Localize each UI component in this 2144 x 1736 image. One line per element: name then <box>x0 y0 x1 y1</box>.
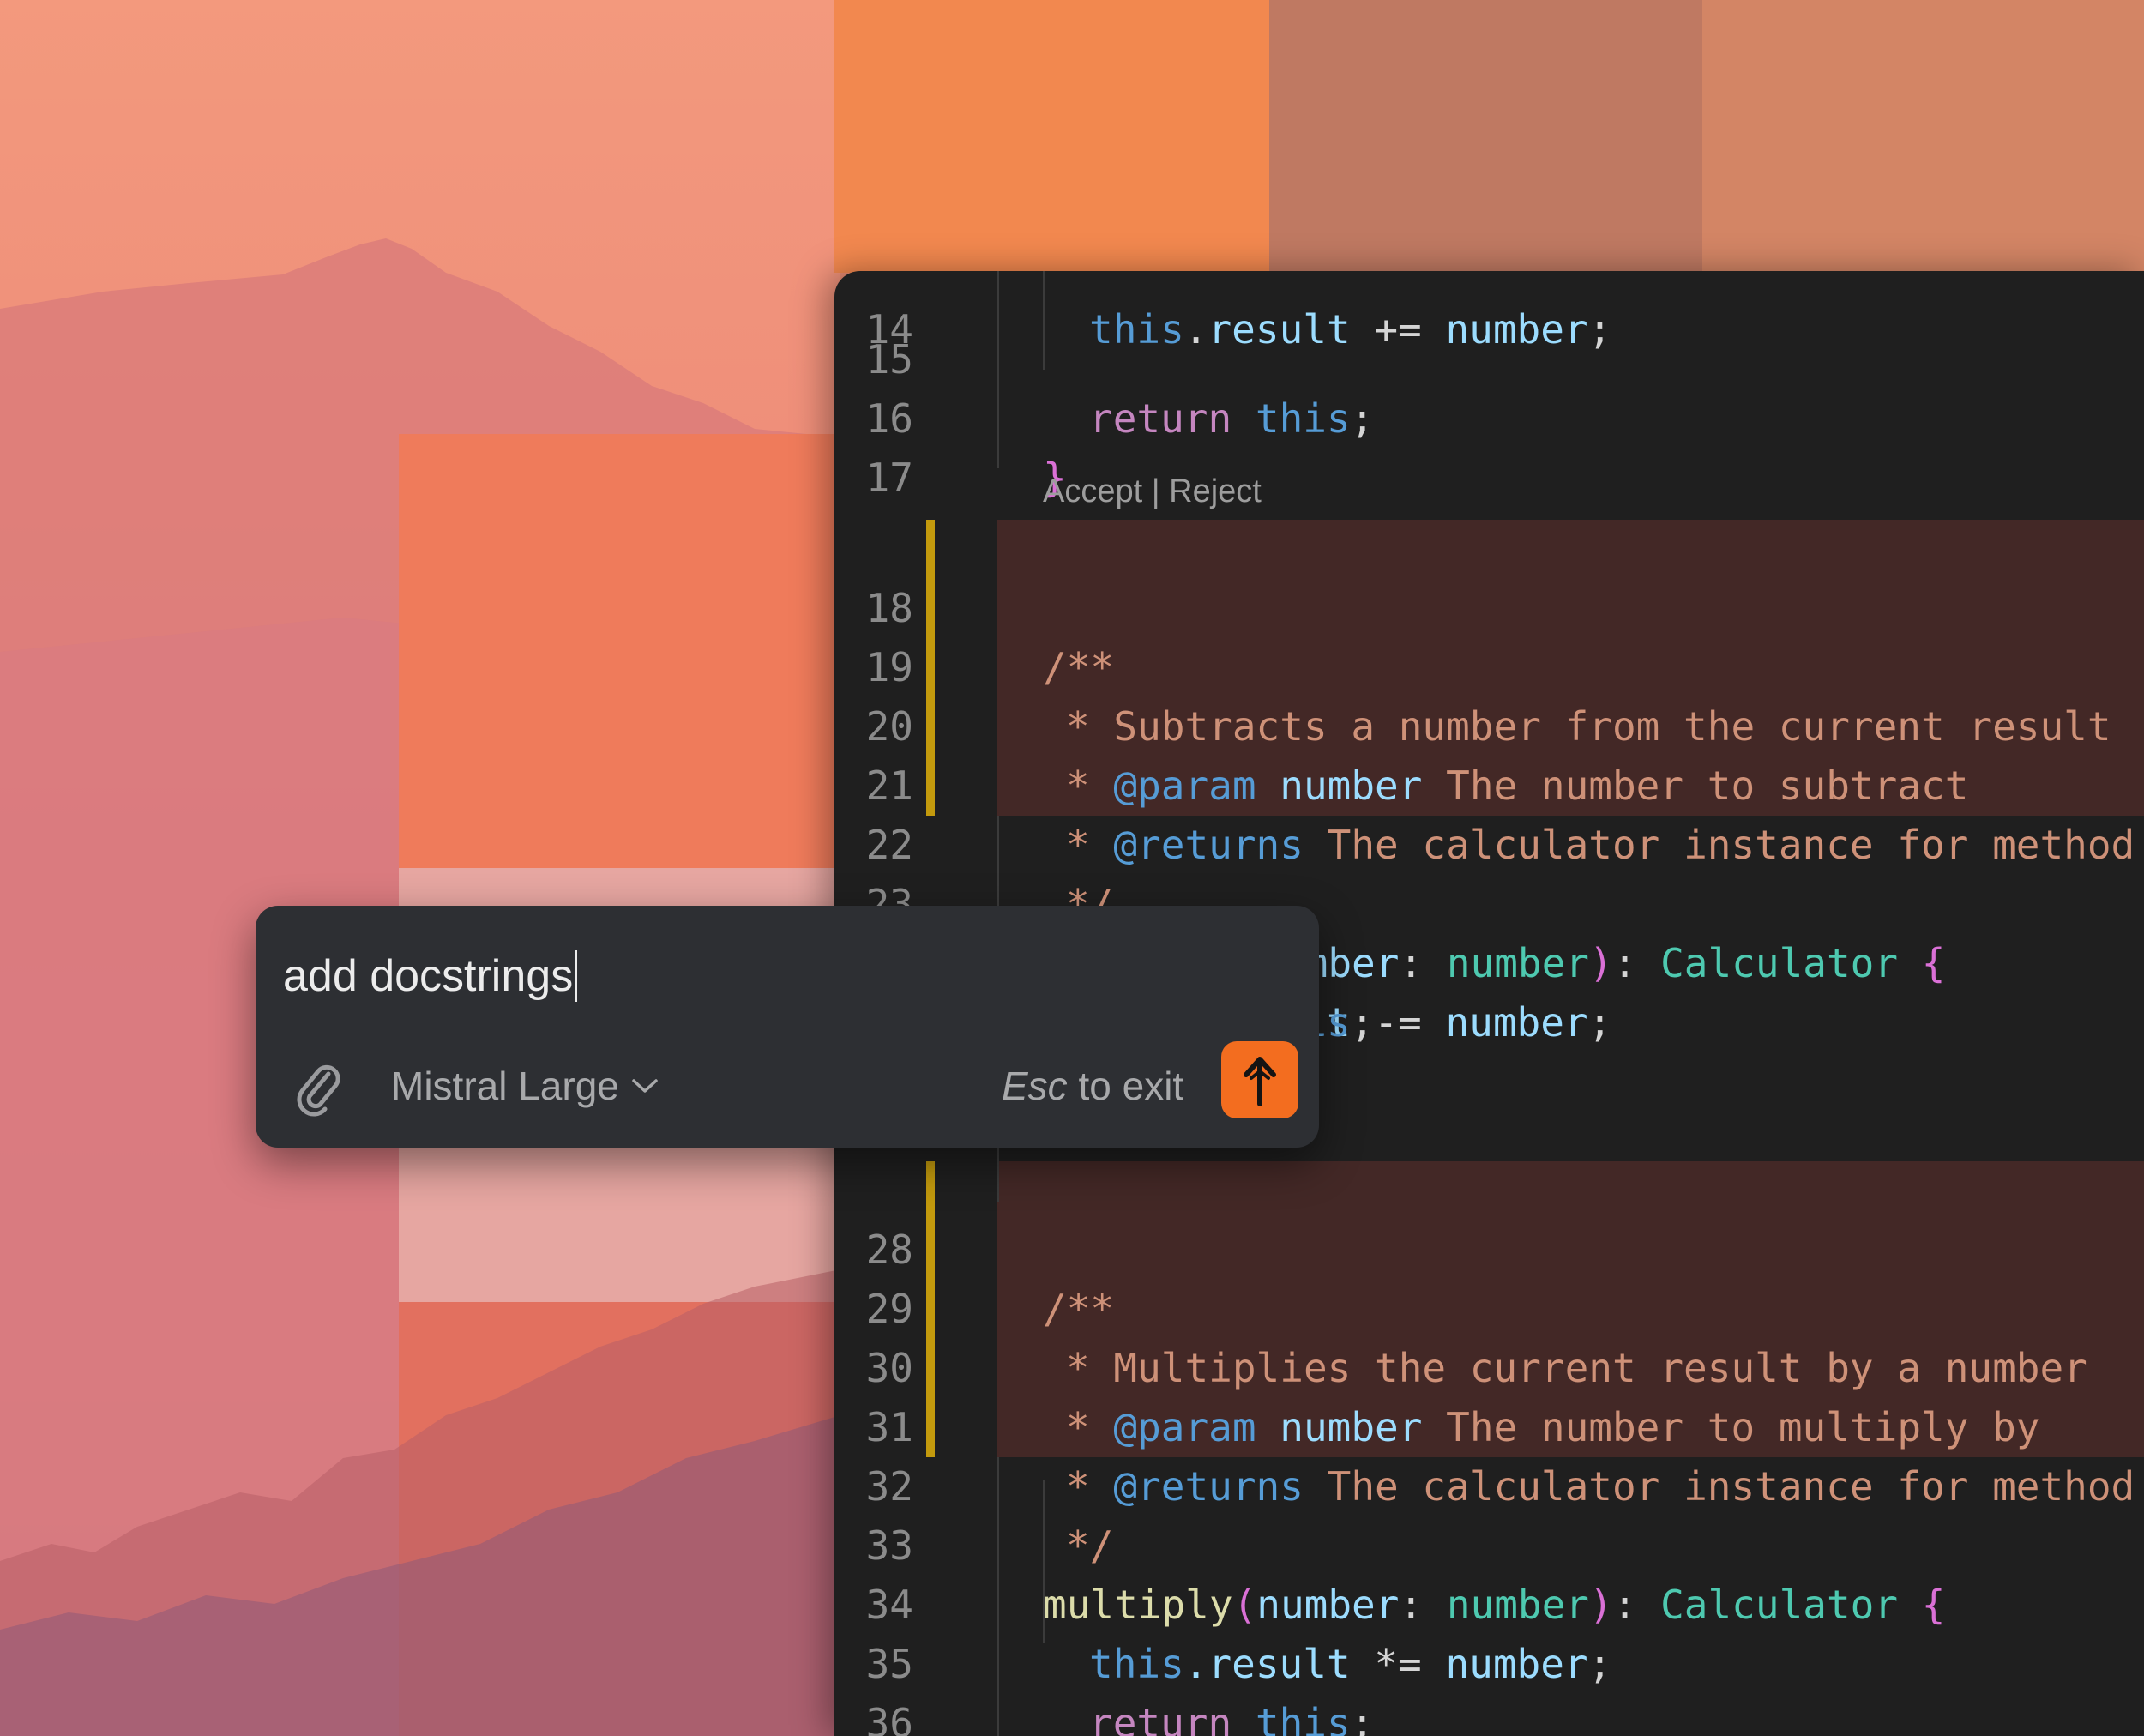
code-line[interactable]: 34 this.result *= number; <box>834 1516 1612 1687</box>
code-line-added[interactable]: 28 /** <box>834 1161 1114 1332</box>
arrow-up-icon <box>1244 1057 1276 1106</box>
indent-guide <box>997 271 999 468</box>
send-button[interactable] <box>1221 1041 1298 1118</box>
wallpaper-block <box>1702 0 2144 273</box>
code-line-added[interactable]: 18 /** <box>834 520 1114 690</box>
chevron-down-icon <box>632 1079 658 1093</box>
code-line-added[interactable]: 20 * @param number The number to subtrac… <box>834 638 1969 809</box>
wallpaper-block <box>834 0 1269 273</box>
code-line-added[interactable]: 22 */ <box>834 756 1114 927</box>
code-line[interactable]: 36 } <box>834 1635 930 1736</box>
prompt-input[interactable]: add docstrings <box>283 949 578 1004</box>
paperclip-icon[interactable] <box>294 1057 340 1117</box>
prompt-input-value: add docstrings <box>283 951 574 1001</box>
line-number: 17 <box>865 455 913 501</box>
code-line[interactable]: 37 <box>834 1694 930 1736</box>
wallpaper-block <box>1269 0 1702 273</box>
code-line-added[interactable]: 21 * @returns The calculator instance fo… <box>834 697 2135 868</box>
wallpaper-block <box>399 434 845 868</box>
code-line-added[interactable]: 19 * Subtracts a number from the current… <box>834 579 2111 750</box>
esc-hint-text: to exit <box>1067 1064 1184 1108</box>
indent-guide <box>1043 271 1045 370</box>
code-line-added[interactable]: 32 */ <box>834 1398 1114 1569</box>
esc-hint: Esc to exit <box>1002 1060 1183 1112</box>
esc-key-label: Esc <box>1002 1064 1068 1108</box>
code-line[interactable]: 23 subtract(number: number): Calculator … <box>834 816 1946 986</box>
code-line[interactable]: 16 } <box>834 330 1067 501</box>
code-line[interactable]: 17 <box>834 389 930 501</box>
code-line-added[interactable]: 30 * @param number The number to multipl… <box>834 1280 2040 1450</box>
code-line[interactable]: 15 return this; <box>834 271 1375 442</box>
code-line-added[interactable]: 31 * @returns The calculator instance fo… <box>834 1339 2135 1510</box>
code-line-added[interactable]: 29 * Multiplies the current result by a … <box>834 1221 2087 1391</box>
indent-guide <box>997 1457 999 1736</box>
inline-edit-prompt: add docstrings Mistral Large Esc to exit <box>256 906 1319 1148</box>
text-caret <box>575 950 578 1002</box>
code-line[interactable]: 35 return this; <box>834 1576 1375 1736</box>
code-line[interactable]: 33 multiply(number: number): Calculator … <box>834 1457 1946 1628</box>
wallpaper-forest <box>0 1269 840 1736</box>
accept-reject-codelens[interactable]: Accept | Reject <box>1043 470 1262 513</box>
model-selector-label: Mistral Large <box>391 1064 619 1108</box>
model-selector[interactable]: Mistral Large <box>391 1060 659 1112</box>
